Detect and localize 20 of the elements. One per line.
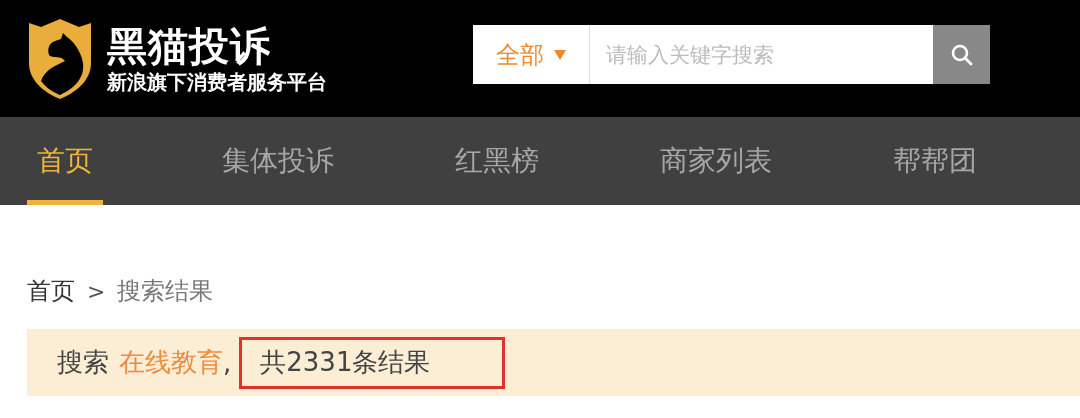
nav-tab[interactable]: 首页 (27, 117, 103, 205)
comma: , (223, 347, 232, 378)
search-icon (949, 42, 974, 67)
search-label: 搜索 (57, 346, 109, 379)
search-field[interactable]: 请输入关键字搜索 (590, 25, 933, 84)
nav-tab[interactable]: 红黑榜 (387, 117, 606, 205)
breadcrumb-separator: > (87, 278, 106, 304)
logo-title: 黑猫投诉 (107, 22, 272, 69)
caret-icon (554, 49, 566, 60)
nav-tab[interactable]: 商家列表 (606, 117, 825, 205)
cat-shield-logo-icon (27, 18, 93, 99)
search-keyword: 在线教育 (119, 346, 223, 379)
nav-tab[interactable]: 帮帮团 (825, 117, 1044, 205)
logo-subtitle: 新浪旗下消费者服务平台 (107, 68, 327, 95)
scope-dropdown[interactable]: 全部 (473, 25, 590, 84)
result-count: 共2331条结果 (239, 336, 506, 389)
breadcrumb-link[interactable]: 搜索结果 (117, 275, 214, 307)
breadcrumb-link[interactable]: 首页 (27, 275, 75, 307)
nav-tab[interactable]: 集体投诉 (168, 117, 387, 205)
search-button[interactable] (933, 25, 990, 84)
